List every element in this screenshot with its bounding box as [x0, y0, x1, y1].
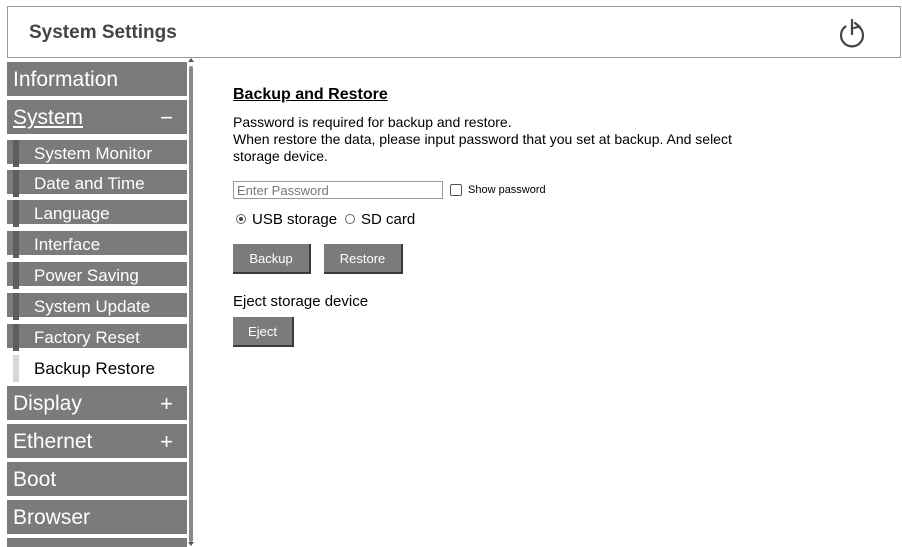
sidebar-item-power-saving[interactable]: Power Saving — [7, 262, 187, 289]
sidebar-item-label: System — [13, 106, 84, 129]
sidebar-item-browser[interactable]: Browser — [7, 500, 187, 536]
power-icon[interactable] — [834, 17, 870, 53]
restore-button[interactable]: Restore — [324, 244, 403, 274]
scroll-thumb[interactable] — [189, 66, 193, 542]
sidebar-item-date-and-time[interactable]: Date and Time — [7, 170, 187, 197]
storage-radio-group: USB storage SD card — [233, 208, 833, 230]
sidebar-item-label: Backup Restore — [34, 359, 155, 378]
sidebar-item-ethernet[interactable]: Ethernet + — [7, 424, 187, 460]
sidebar-item-system-update[interactable]: System Update — [7, 293, 187, 320]
sidebar-item-label: Ethernet — [13, 430, 93, 453]
description-text: Password is required for backup and rest… — [233, 114, 773, 165]
app-title: System Settings — [29, 22, 177, 43]
sidebar-item-label: Browser — [13, 506, 91, 529]
page-title: Backup and Restore — [233, 86, 388, 103]
sidebar-item-display[interactable]: Display + — [7, 386, 187, 422]
eject-button[interactable]: Eject — [233, 317, 294, 347]
eject-label: Eject storage device — [233, 293, 369, 310]
show-password-label: Show password — [468, 184, 546, 196]
sidebar-item-factory-reset[interactable]: Factory Reset — [7, 324, 187, 351]
sidebar-item-system[interactable]: System − — [7, 100, 187, 136]
sidebar-item-interface[interactable]: Interface — [7, 231, 187, 258]
usb-storage-label: USB storage — [252, 210, 338, 228]
collapse-icon: − — [160, 105, 173, 130]
sidebar-nav: Information System − System Monitor Date… — [7, 58, 187, 547]
description-line-1: Password is required for backup and rest… — [233, 114, 512, 130]
sidebar-item-label: Information — [13, 68, 119, 91]
sidebar-item-label: Display — [13, 392, 82, 415]
sd-card-radio[interactable] — [345, 214, 356, 224]
password-row: Show password — [233, 180, 833, 200]
show-password-checkbox[interactable] — [450, 184, 462, 196]
expand-icon: + — [160, 429, 173, 454]
sidebar-item-label: Power Saving — [34, 266, 139, 285]
sidebar-item-label: System Monitor — [34, 144, 153, 163]
sidebar-item-more[interactable] — [7, 538, 187, 547]
usb-storage-radio[interactable] — [236, 214, 246, 224]
sidebar-item-label: System Update — [34, 297, 151, 316]
sidebar-item-label: Factory Reset — [34, 328, 140, 347]
sidebar-item-system-monitor[interactable]: System Monitor — [7, 140, 187, 167]
sidebar-item-backup-restore[interactable]: Backup Restore — [7, 355, 187, 382]
sidebar-item-label: Interface — [34, 235, 101, 254]
sidebar-item-label: Date and Time — [34, 174, 145, 193]
sidebar-item-label: Language — [34, 204, 110, 223]
description-line-2: When restore the data, please input pass… — [233, 131, 732, 164]
sd-card-label: SD card — [361, 210, 416, 228]
sidebar-item-label: Boot — [13, 468, 57, 491]
sidebar-item-information[interactable]: Information — [7, 62, 187, 98]
sidebar-item-language[interactable]: Language — [7, 200, 187, 227]
action-buttons: Backup Restore — [233, 244, 833, 274]
sidebar-item-boot[interactable]: Boot — [7, 462, 187, 498]
scroll-down-icon[interactable] — [188, 542, 194, 546]
backup-button[interactable]: Backup — [233, 244, 311, 274]
sidebar-scrollbar[interactable] — [187, 58, 197, 547]
expand-icon: + — [160, 391, 173, 416]
header-bar: System Settings — [7, 6, 901, 58]
scroll-up-icon[interactable] — [188, 58, 194, 62]
backup-restore-panel: Backup and Restore Password is required … — [233, 84, 833, 347]
password-input[interactable] — [233, 181, 443, 199]
